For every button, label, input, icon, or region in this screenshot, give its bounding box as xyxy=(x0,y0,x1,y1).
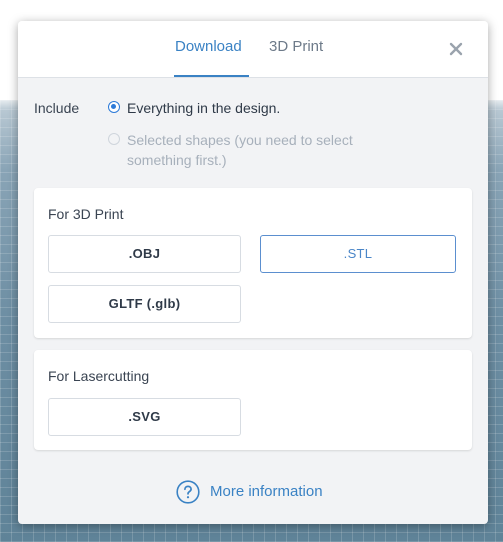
active-tab-indicator xyxy=(174,75,249,77)
include-everything-label: Everything in the design. xyxy=(127,100,281,116)
radio-selected[interactable] xyxy=(108,101,120,113)
dialog-header: Download 3D Print xyxy=(18,21,488,78)
for-lasercutting-title: For Lasercutting xyxy=(48,368,150,384)
more-information-label: More information xyxy=(210,483,323,500)
tab-download[interactable]: Download xyxy=(175,38,242,55)
tab-3d-print[interactable]: 3D Print xyxy=(269,38,323,55)
download-dialog: Download 3D Print Include Everything in … xyxy=(18,21,488,524)
radio-disabled xyxy=(108,133,120,145)
include-selected-label: Selected shapes (you need to select some… xyxy=(127,132,353,168)
obj-button[interactable]: .OBJ xyxy=(48,235,241,273)
for-3d-print-title: For 3D Print xyxy=(48,206,124,222)
help-circle-icon xyxy=(176,480,200,504)
gltf-button[interactable]: GLTF (.glb) xyxy=(48,285,241,323)
close-button[interactable] xyxy=(446,39,466,59)
for-lasercutting-card: For Lasercutting .SVG xyxy=(34,350,472,450)
stl-button[interactable]: .STL xyxy=(260,235,456,273)
include-label: Include xyxy=(34,100,80,116)
svg-button[interactable]: .SVG xyxy=(48,398,241,436)
for-3d-print-card: For 3D Print .OBJ .STL GLTF (.glb) xyxy=(34,188,472,338)
close-icon xyxy=(449,42,463,56)
